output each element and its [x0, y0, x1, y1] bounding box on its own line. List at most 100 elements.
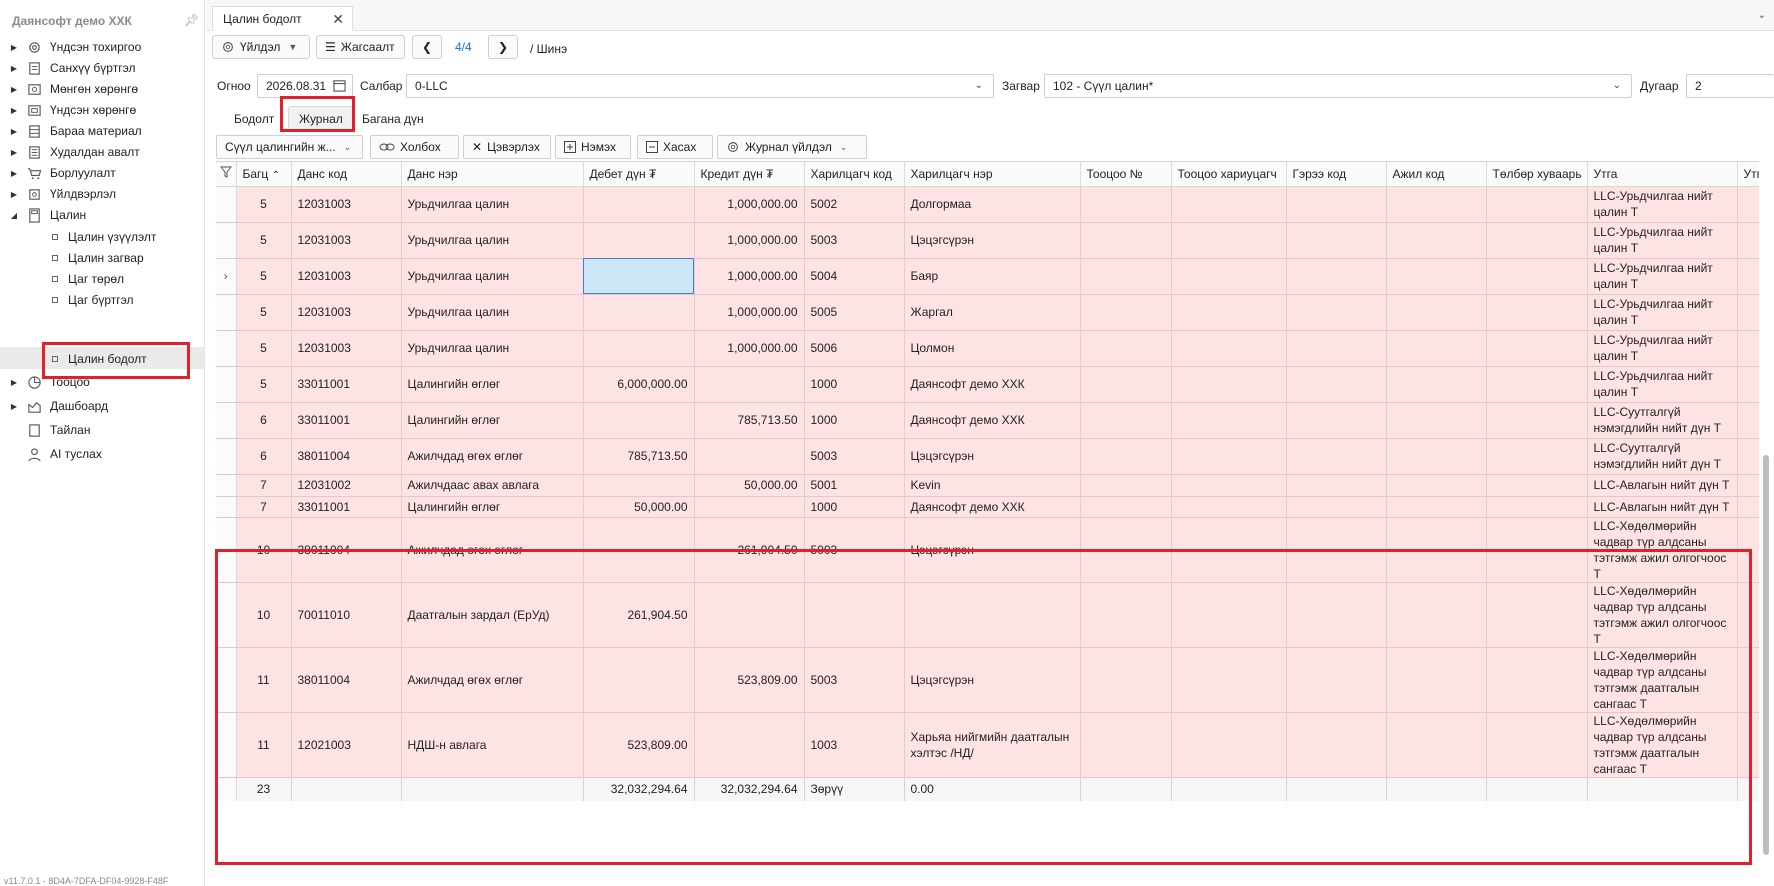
cell-partner-code[interactable]: 1003: [804, 712, 905, 778]
cell-partner-code[interactable]: 5003: [804, 438, 905, 475]
cell-account-name[interactable]: Цалингийн өглөг: [401, 402, 584, 439]
cell-account-code[interactable]: 12031003: [291, 294, 402, 331]
table-row[interactable]: 10 38011004 Ажилчдад өгөх өглөг 261,904.50 5…: [216, 517, 1759, 583]
calendar-icon[interactable]: [333, 79, 346, 95]
table-row[interactable]: 5 12031003 Урьдчилгаа цалин 1,000,000.00 500…: [216, 294, 1759, 331]
cell-payment-schedule[interactable]: [1486, 438, 1588, 475]
cell-job-code[interactable]: [1386, 258, 1487, 295]
cell-payment-schedule[interactable]: [1486, 647, 1588, 713]
cell-partner-code[interactable]: [804, 582, 905, 648]
cell-settlement-owner[interactable]: [1171, 712, 1287, 778]
cell-memo-2[interactable]: [1737, 712, 1759, 778]
cell-settlement-no[interactable]: [1080, 330, 1172, 367]
cell-partner-name[interactable]: Долгормаа: [904, 186, 1081, 223]
cell-contract-code[interactable]: [1286, 402, 1387, 439]
cell-partner-code[interactable]: 1000: [804, 366, 905, 403]
pin-icon[interactable]: 📌︎: [184, 13, 199, 27]
tab-column-totals[interactable]: Багана дүн: [352, 106, 434, 132]
cell-partner-code[interactable]: 5005: [804, 294, 905, 331]
cell-payment-schedule[interactable]: [1486, 582, 1588, 648]
cell-contract-code[interactable]: [1286, 438, 1387, 475]
cell-debit[interactable]: 523,809.00: [583, 712, 695, 778]
cell-memo-2[interactable]: [1737, 474, 1759, 497]
clear-button[interactable]: ✕ Цэвэрлэх: [463, 135, 551, 159]
cell-debit[interactable]: [583, 258, 695, 295]
cell-batch[interactable]: 10: [236, 582, 292, 648]
cell-contract-code[interactable]: [1286, 330, 1387, 367]
col-header-account-name[interactable]: Данс нэр: [401, 162, 584, 187]
nav-purchase[interactable]: ▶ Худалдан авалт: [0, 141, 204, 163]
cell-contract-code[interactable]: [1286, 474, 1387, 497]
cell-payment-schedule[interactable]: [1486, 258, 1588, 295]
cell-settlement-no[interactable]: [1080, 474, 1172, 497]
cell-batch[interactable]: 10: [236, 517, 292, 583]
cell-batch[interactable]: 6: [236, 402, 292, 439]
expand-arrow-icon[interactable]: ▶: [7, 148, 21, 157]
cell-debit[interactable]: [583, 294, 695, 331]
next-button[interactable]: ❯: [488, 35, 518, 59]
cell-partner-name[interactable]: Цэцэгсүрэн: [904, 517, 1081, 583]
nav-cash[interactable]: ▶ Мөнгөн хөрөнгө: [0, 78, 204, 100]
cell-batch[interactable]: 5: [236, 186, 292, 223]
cell-memo[interactable]: LLC-Урьдчилгаа нийт цалин Т: [1587, 366, 1738, 403]
cell-memo[interactable]: LLC-Хөдөлмөрийн чадвар түр алдсаны тэтгэ…: [1587, 517, 1738, 583]
cell-partner-name[interactable]: Цэцэгсүрэн: [904, 438, 1081, 475]
table-row[interactable]: 10 70011010 Даатгалын зардал (ЕрУд) 261,904…: [216, 582, 1759, 648]
table-row[interactable]: 7 33011001 Цалингийн өглөг 50,000.00 1000 Дая…: [216, 496, 1759, 518]
cell-credit[interactable]: 261,904.50: [694, 517, 805, 583]
cell-credit[interactable]: 1,000,000.00: [694, 330, 805, 367]
cell-debit[interactable]: 6,000,000.00: [583, 366, 695, 403]
nav-ai-assistant[interactable]: AI туслах: [0, 443, 204, 465]
cell-partner-name[interactable]: Kevin: [904, 474, 1081, 497]
expand-arrow-icon[interactable]: ▶: [7, 106, 21, 115]
cell-payment-schedule[interactable]: [1486, 474, 1588, 497]
cell-credit[interactable]: [694, 366, 805, 403]
cell-partner-name[interactable]: Даянсофт демо ХХК: [904, 366, 1081, 403]
col-header-contract-code[interactable]: Гэрээ код: [1286, 162, 1387, 187]
cell-account-name[interactable]: Цалингийн өглөг: [401, 366, 584, 403]
cell-job-code[interactable]: [1386, 294, 1487, 331]
cell-credit[interactable]: 1,000,000.00: [694, 222, 805, 259]
cell-memo[interactable]: LLC-Урьдчилгаа нийт цалин Т: [1587, 258, 1738, 295]
col-header-payment-schedule[interactable]: Төлбөр хуваарь: [1486, 162, 1588, 187]
vertical-scrollbar[interactable]: [1762, 185, 1770, 855]
cell-memo[interactable]: LLC-Суутгалгүй нэмэгдлийн нийт дүн Т: [1587, 438, 1738, 475]
cell-account-name[interactable]: Даатгалын зардал (ЕрУд): [401, 582, 584, 648]
cell-memo-2[interactable]: [1737, 366, 1759, 403]
cell-account-code[interactable]: 12031003: [291, 186, 402, 223]
cell-contract-code[interactable]: [1286, 712, 1387, 778]
cell-partner-name[interactable]: Баяр: [904, 258, 1081, 295]
nav-dashboard[interactable]: ▶ Дашбоард: [0, 395, 204, 417]
cell-payment-schedule[interactable]: [1486, 294, 1588, 331]
col-header-memo[interactable]: Утга: [1587, 162, 1738, 187]
tab-journal[interactable]: Журнал: [288, 106, 354, 132]
cell-settlement-owner[interactable]: [1171, 582, 1287, 648]
cell-debit[interactable]: [583, 647, 695, 713]
cell-credit[interactable]: [694, 438, 805, 475]
table-row[interactable]: 11 12021003 НДШ-н авлага 523,809.00 1003 Харь…: [216, 712, 1759, 778]
cell-credit[interactable]: [694, 712, 805, 778]
cell-job-code[interactable]: [1386, 712, 1487, 778]
cell-partner-code[interactable]: 5003: [804, 647, 905, 713]
branch-select[interactable]: 0-LLC ⌄: [406, 74, 994, 98]
col-header-job-code[interactable]: Ажил код: [1386, 162, 1487, 187]
cell-contract-code[interactable]: [1286, 186, 1387, 223]
cell-payment-schedule[interactable]: [1486, 330, 1588, 367]
number-field[interactable]: 2: [1686, 74, 1774, 98]
cell-account-code[interactable]: 12031003: [291, 222, 402, 259]
cell-partner-name[interactable]: Жаргал: [904, 294, 1081, 331]
nav-time-type[interactable]: Цаг төрөл: [0, 268, 204, 290]
cell-debit[interactable]: 785,713.50: [583, 438, 695, 475]
cell-batch[interactable]: 5: [236, 330, 292, 367]
expand-arrow-icon[interactable]: ▶: [7, 402, 21, 411]
cell-contract-code[interactable]: [1286, 582, 1387, 648]
cell-partner-code[interactable]: 5004: [804, 258, 905, 295]
expand-arrow-icon[interactable]: ▶: [7, 85, 21, 94]
cell-settlement-owner[interactable]: [1171, 496, 1287, 518]
cell-batch[interactable]: 11: [236, 712, 292, 778]
cell-settlement-owner[interactable]: [1171, 438, 1287, 475]
cell-settlement-no[interactable]: [1080, 402, 1172, 439]
expand-arrow-icon[interactable]: ▶: [7, 169, 21, 178]
cell-debit[interactable]: [583, 222, 695, 259]
cell-batch[interactable]: 5: [236, 366, 292, 403]
